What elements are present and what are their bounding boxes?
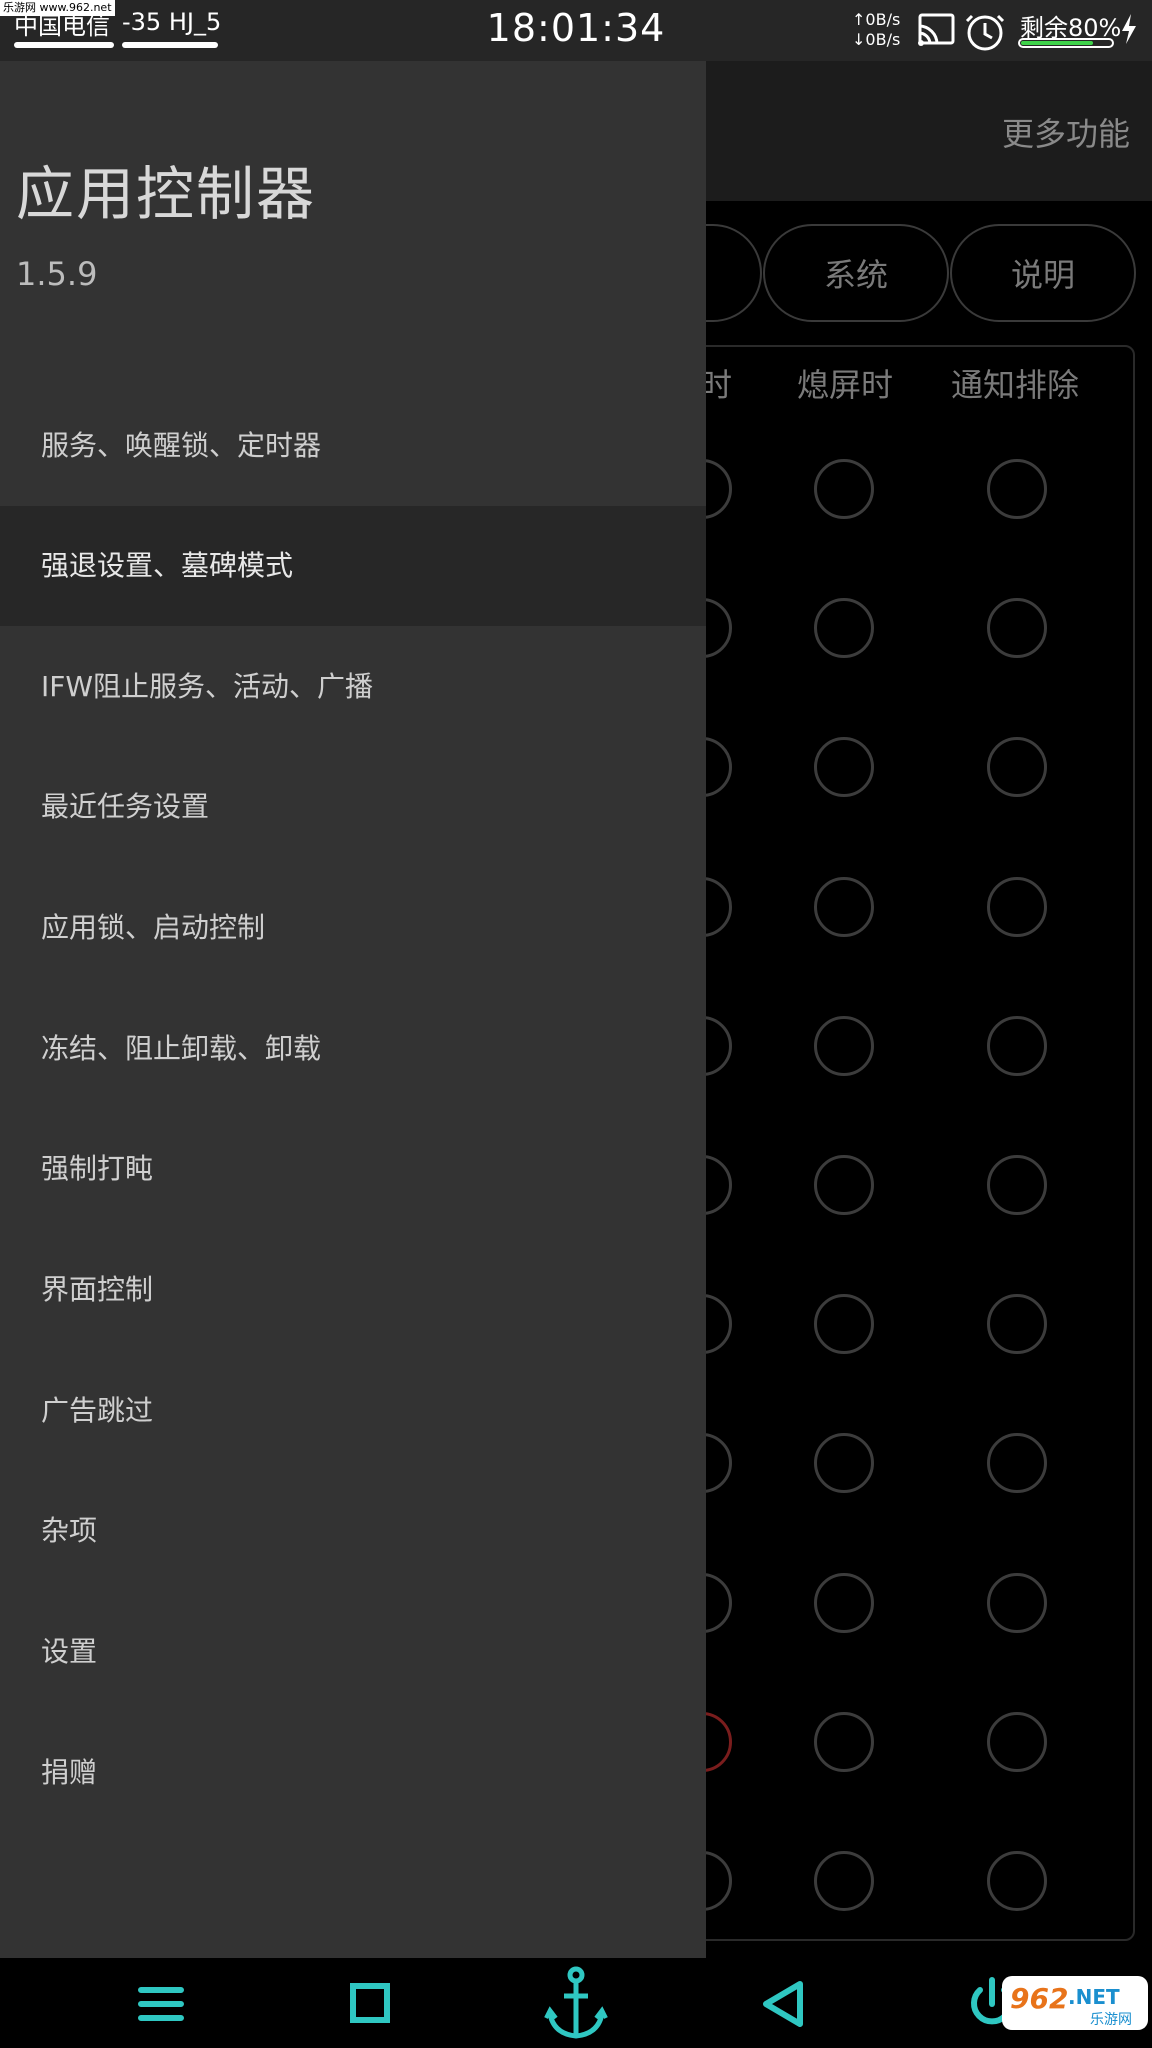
toggle-circle[interactable] — [814, 1712, 874, 1772]
toggle-circle[interactable] — [814, 1294, 874, 1354]
cast-icon — [918, 13, 955, 46]
column-header-notification-exclude: 通知排除 — [950, 366, 1079, 404]
menu-item-ad-skip[interactable]: 广告跳过 — [0, 1351, 706, 1471]
toggle-circle[interactable] — [814, 877, 874, 937]
tab-instructions[interactable]: 说明 — [950, 224, 1136, 322]
network-speed: ↑0B/s ↓0B/s — [852, 10, 912, 50]
menu-item-force-stop-tombstone[interactable]: 强退设置、墓碑模式 — [0, 506, 706, 626]
more-functions-button[interactable]: 更多功能 — [1002, 109, 1130, 155]
menu-item-recent-tasks[interactable]: 最近任务设置 — [0, 747, 706, 867]
toggle-circle[interactable] — [987, 877, 1047, 937]
toggle-circle[interactable] — [987, 459, 1047, 519]
svg-text:.NET: .NET — [1068, 1985, 1120, 2009]
anchor-icon[interactable] — [544, 1966, 608, 2042]
toggle-circle[interactable] — [987, 1433, 1047, 1493]
toggle-circle[interactable] — [814, 598, 874, 658]
menu-item-donate[interactable]: 捐赠 — [0, 1713, 706, 1833]
toggle-circle[interactable] — [987, 1155, 1047, 1215]
battery-fill — [1021, 41, 1093, 45]
menu-icon[interactable] — [129, 1972, 193, 2036]
toggle-circle[interactable] — [814, 737, 874, 797]
toggle-circle[interactable] — [987, 1851, 1047, 1911]
menu-item-force-doze[interactable]: 强制打盹 — [0, 1109, 706, 1229]
toggle-circle[interactable] — [987, 1016, 1047, 1076]
menu-item-misc[interactable]: 杂项 — [0, 1471, 706, 1591]
toggle-circle[interactable] — [987, 1712, 1047, 1772]
toggle-circle[interactable] — [987, 1573, 1047, 1633]
tab-system[interactable]: 系统 — [763, 224, 949, 322]
toggle-circle[interactable] — [814, 459, 874, 519]
toggle-circle[interactable] — [814, 1851, 874, 1911]
net-up-speed: ↑0B/s — [852, 10, 901, 29]
menu-item-app-lock[interactable]: 应用锁、启动控制 — [0, 868, 706, 988]
net-down-speed: ↓0B/s — [852, 30, 901, 49]
screen: 中国电信 乐游网 www.962.net -35 HJ_5( 18:01:34 … — [0, 0, 1152, 2048]
menu-item-freeze-uninstall[interactable]: 冻结、阻止卸载、卸载 — [0, 989, 706, 1109]
app-version: 1.5.9 — [16, 255, 98, 293]
menu-item-settings[interactable]: 设置 — [0, 1592, 706, 1712]
toggle-circle[interactable] — [814, 1155, 874, 1215]
charging-bolt-icon — [1122, 14, 1136, 44]
column-header-screen-off: 熄屏时 — [796, 366, 893, 404]
alarm-icon — [965, 14, 1005, 51]
back-triangle-icon[interactable] — [752, 1972, 816, 2036]
navigation-drawer: 应用控制器 1.5.9 服务、唤醒锁、定时器 强退设置、墓碑模式 IFW阻止服务… — [0, 61, 706, 1958]
menu-item-ui-control[interactable]: 界面控制 — [0, 1230, 706, 1350]
status-bar: 中国电信 乐游网 www.962.net -35 HJ_5( 18:01:34 … — [0, 0, 1152, 61]
toggle-circle[interactable] — [814, 1016, 874, 1076]
app-title: 应用控制器 — [16, 160, 317, 228]
toggle-circle[interactable] — [987, 1294, 1047, 1354]
navigation-bar — [0, 1958, 1152, 2048]
menu-item-ifw-block[interactable]: IFW阻止服务、活动、广播 — [0, 627, 706, 747]
svg-text:乐游网: 乐游网 — [1090, 2012, 1132, 2028]
toggle-circle[interactable] — [987, 737, 1047, 797]
svg-text:962: 962 — [1010, 1982, 1068, 2015]
battery-bar — [1018, 38, 1114, 48]
toggle-circle[interactable] — [987, 598, 1047, 658]
menu-item-services-wakelocks-timers[interactable]: 服务、唤醒锁、定时器 — [0, 386, 706, 506]
recents-square-icon[interactable] — [338, 1972, 402, 2036]
toggle-circle[interactable] — [814, 1433, 874, 1493]
brand-logo: 962 .NET 乐游网 — [1002, 1976, 1148, 2030]
toggle-circle[interactable] — [814, 1573, 874, 1633]
